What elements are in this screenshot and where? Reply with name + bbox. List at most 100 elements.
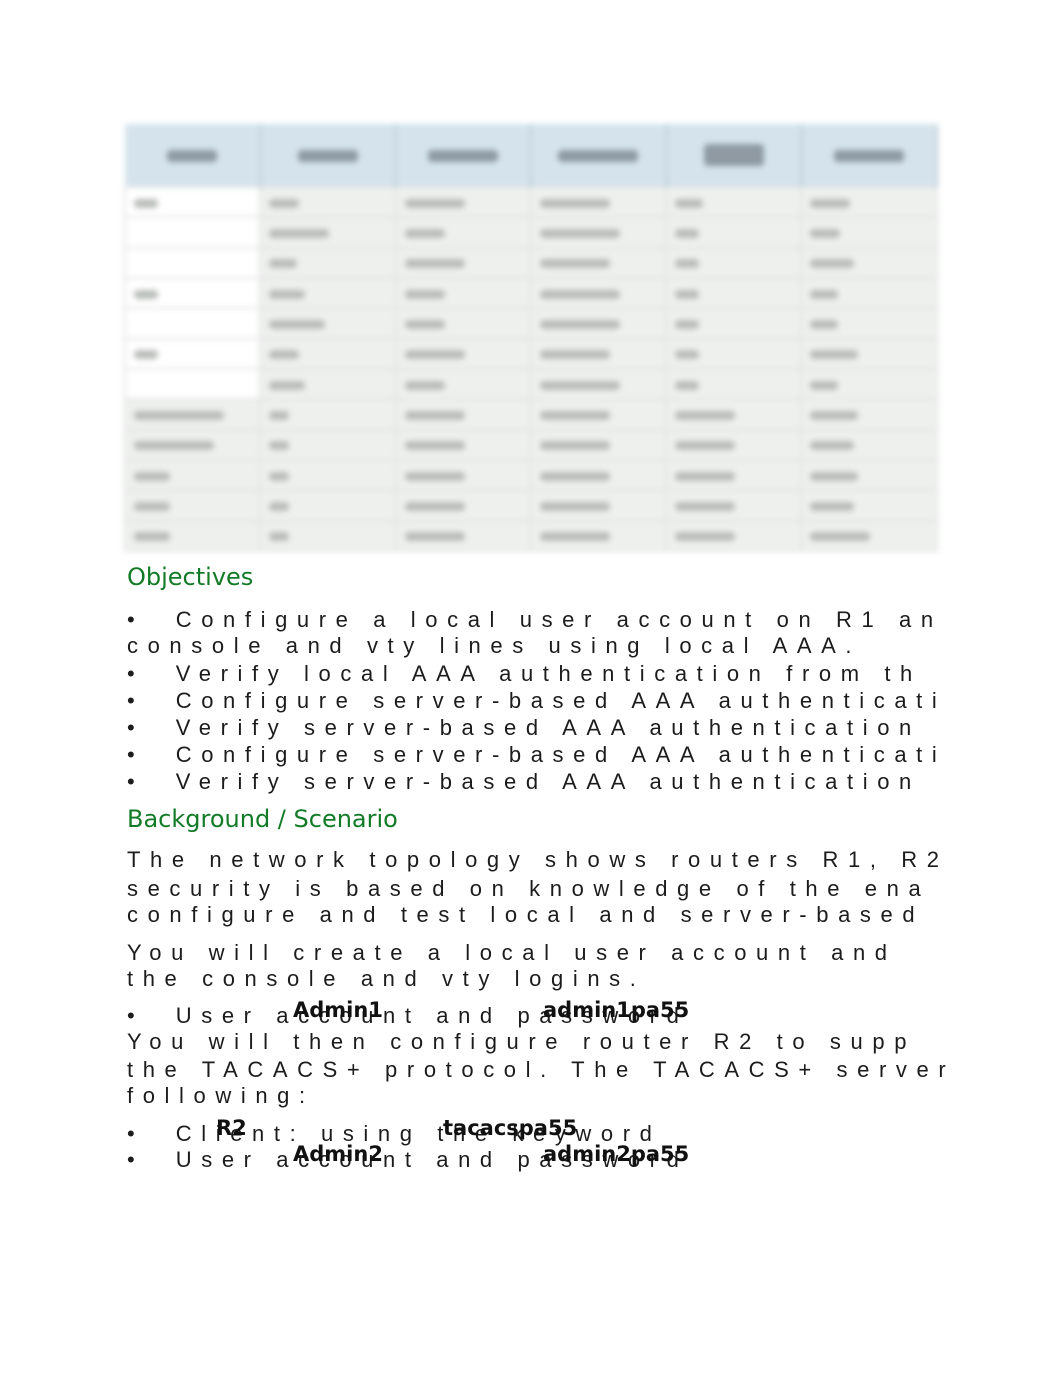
blurred-text	[404, 289, 445, 299]
table-cell	[259, 367, 397, 401]
blurred-text	[675, 198, 703, 208]
table-cell	[800, 428, 938, 461]
blurred-text	[134, 532, 170, 542]
blurred-text	[539, 471, 610, 481]
table-cell	[259, 246, 397, 279]
table-cell	[529, 216, 668, 249]
blurred-text	[134, 198, 158, 208]
table-cell	[800, 337, 938, 370]
table-cell	[529, 458, 668, 492]
table-cell	[394, 458, 532, 492]
blurred-text	[134, 501, 170, 511]
addressing-table-blurred	[123, 124, 939, 553]
background-line: following:	[127, 1083, 315, 1108]
background-line: the console and vty logins.	[127, 966, 646, 991]
table-cell	[800, 276, 938, 310]
objectives-heading: Objectives	[127, 563, 254, 591]
blurred-text	[134, 410, 224, 420]
blurred-text	[675, 380, 699, 390]
header-cell	[125, 124, 262, 187]
header-cell	[530, 124, 668, 187]
table-cell	[664, 276, 803, 310]
table-cell	[123, 519, 262, 553]
table-cell	[664, 216, 803, 249]
table-cell	[800, 519, 938, 553]
table-cell	[123, 398, 262, 431]
blurred-text	[269, 410, 290, 420]
blurred-text	[810, 350, 859, 360]
table-cell	[123, 337, 262, 370]
table-cell	[800, 398, 938, 431]
addressing-table	[123, 124, 939, 553]
blurred-text	[269, 471, 290, 481]
blurred-text	[810, 441, 855, 451]
table-cell	[529, 276, 668, 310]
blurred-text	[269, 380, 306, 390]
blurred-text	[269, 228, 330, 238]
blurred-text	[539, 319, 620, 329]
blurred-text	[539, 410, 610, 420]
table-cell	[529, 519, 668, 553]
blurred-text	[675, 289, 699, 299]
table-cell	[259, 519, 397, 553]
blurred-text	[539, 441, 610, 451]
table-cell	[664, 519, 803, 553]
blurred-text	[134, 289, 158, 299]
blurred-text	[404, 319, 445, 329]
table-cell	[259, 276, 397, 310]
table-row	[123, 428, 938, 461]
table-cell	[394, 519, 532, 553]
blurred-text	[539, 228, 620, 238]
background-line: The network topology shows routers R1, R…	[127, 847, 949, 872]
blurred-text	[810, 532, 871, 542]
background-line: You will then configure router R2 to sup…	[127, 1029, 917, 1054]
blurred-text	[675, 259, 699, 269]
blurred-text	[810, 259, 855, 269]
table-row	[123, 216, 938, 249]
table-cell	[123, 276, 262, 310]
table-cell	[394, 216, 532, 249]
objective-line: • Configure a local user account on R1 a…	[127, 607, 943, 632]
blurred-text	[269, 198, 300, 208]
header-cell	[395, 124, 533, 187]
table-cell	[800, 246, 938, 279]
blurred-text	[539, 198, 610, 208]
table-cell	[664, 489, 803, 522]
table-cell	[259, 489, 397, 522]
user1-password: admin1pa55	[543, 998, 690, 1022]
table-cell	[394, 398, 532, 431]
table-cell	[800, 185, 938, 219]
blurred-text	[404, 441, 465, 451]
table-cell	[123, 489, 262, 522]
table-cell	[123, 216, 262, 249]
blurred-text	[675, 501, 735, 511]
table-cell	[800, 216, 938, 249]
objective-line: • Verify server-based AAA authentication	[127, 769, 921, 794]
table-cell	[259, 216, 397, 249]
table-row	[123, 458, 938, 492]
blurred-text	[404, 198, 465, 208]
blurred-text	[810, 228, 841, 238]
blurred-text	[675, 319, 699, 329]
table-cell	[529, 185, 668, 219]
table-cell	[664, 367, 803, 401]
table-row	[123, 337, 938, 370]
table-cell	[394, 428, 532, 461]
table-cell	[664, 428, 803, 461]
blurred-text	[404, 350, 465, 360]
blurred-text	[134, 441, 214, 451]
blurred-text	[404, 471, 465, 481]
blurred-text	[675, 532, 735, 542]
header-cell	[666, 124, 803, 187]
table-row	[123, 246, 938, 279]
table-row	[123, 367, 938, 401]
table-cell	[529, 246, 668, 279]
table-cell	[259, 185, 397, 219]
table-cell	[529, 398, 668, 431]
blurred-text	[539, 532, 610, 542]
client-key: tacacspa55	[443, 1116, 578, 1140]
background-line: You will create a local user account and	[127, 940, 897, 965]
table-cell	[800, 458, 938, 492]
blurred-text	[675, 410, 735, 420]
user1-name: Admin1	[293, 998, 383, 1022]
